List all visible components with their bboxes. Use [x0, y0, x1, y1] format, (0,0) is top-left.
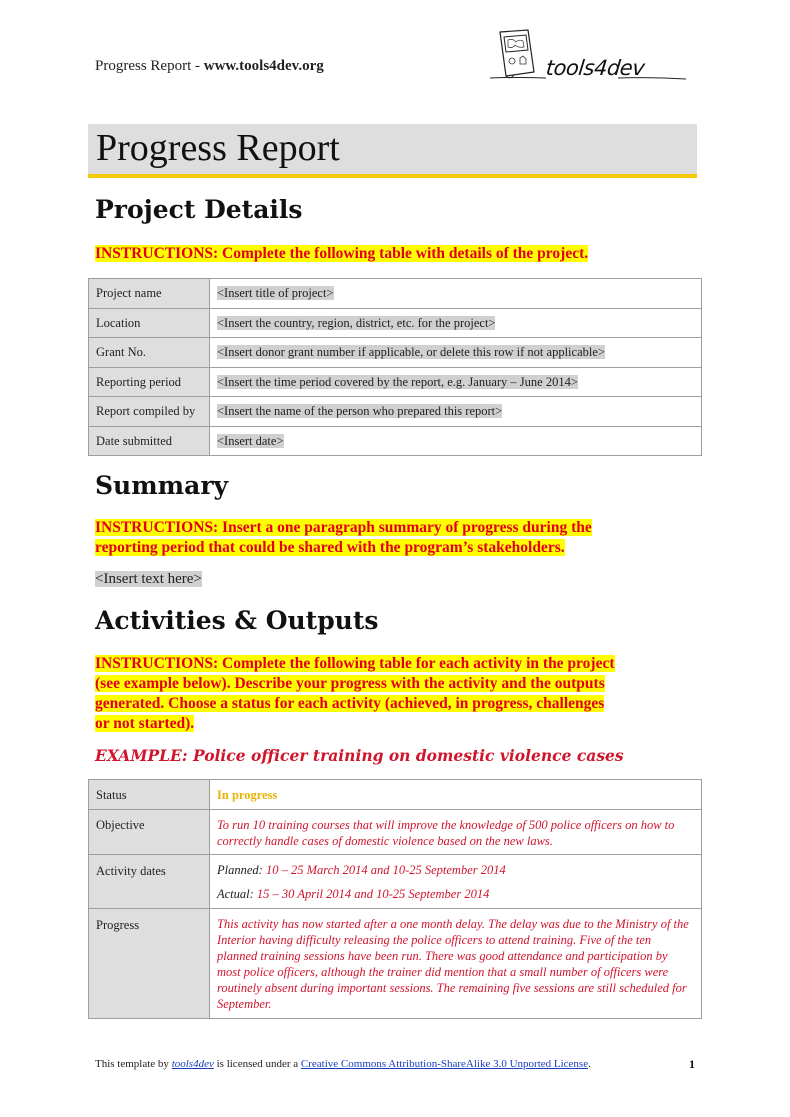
example-activity-title: EXAMPLE: Police officer training on dome…	[95, 746, 624, 765]
row-label: Activity dates	[88, 854, 210, 909]
compiled-by-field[interactable]: <Insert the name of the person who prepa…	[217, 404, 503, 418]
license-link[interactable]: Creative Commons Attribution-ShareAlike …	[301, 1058, 588, 1070]
summary-text-field[interactable]: <Insert text here>	[95, 571, 202, 587]
page-number: 1	[689, 1057, 695, 1071]
header-doc-label: Progress Report -	[95, 58, 204, 74]
row-label: Progress	[88, 908, 210, 1019]
project-name-field[interactable]: <Insert title of project>	[217, 286, 334, 300]
tools4dev-logo: tools4dev	[488, 28, 688, 90]
date-submitted-field[interactable]: <Insert date>	[217, 433, 284, 448]
row-label: Report compiled by	[88, 396, 210, 427]
table-row: Activity dates Planned: 10 – 25 March 20…	[88, 854, 702, 909]
page-header: Progress Report - www.tools4dev.org	[95, 58, 324, 75]
table-row: Project name <Insert title of project>	[88, 278, 702, 309]
grant-number-field[interactable]: <Insert donor grant number if applicable…	[217, 345, 605, 359]
summary-instructions: INSTRUCTIONS: Insert a one paragraph sum…	[95, 519, 592, 556]
logo-wordmark: tools4dev	[544, 56, 646, 80]
actual-label: Actual:	[217, 887, 254, 901]
planned-dates: 10 – 25 March 2014 and 10-25 September 2…	[265, 863, 506, 877]
license-footer: This template by tools4dev is licensed u…	[95, 1058, 591, 1070]
table-row: Objective To run 10 training courses tha…	[88, 809, 702, 855]
table-row: Location <Insert the country, region, di…	[88, 308, 702, 338]
objective-value[interactable]: To run 10 training courses that will imp…	[209, 809, 702, 855]
table-row: Reporting period <Insert the time period…	[88, 367, 702, 397]
planned-label: Planned:	[217, 863, 263, 877]
location-field[interactable]: <Insert the country, region, district, e…	[217, 315, 496, 330]
document-title: Progress Report	[96, 127, 340, 169]
row-label: Date submitted	[88, 426, 210, 456]
row-label: Project name	[88, 278, 210, 309]
activity-dates-value[interactable]: Planned: 10 – 25 March 2014 and 10-25 Se…	[209, 854, 702, 909]
section-heading-project-details: Project Details	[95, 195, 303, 224]
tools4dev-link[interactable]: tools4dev	[172, 1058, 214, 1070]
header-site-url: www.tools4dev.org	[203, 58, 324, 74]
section-heading-summary: Summary	[95, 471, 229, 500]
status-value[interactable]: In progress	[209, 779, 702, 810]
table-row: Report compiled by <Insert the name of t…	[88, 396, 702, 427]
row-label: Reporting period	[88, 367, 210, 397]
activity-table: Status In progress Objective To run 10 t…	[88, 779, 702, 1019]
project-details-table: Project name <Insert title of project> L…	[88, 278, 702, 456]
table-row: Status In progress	[88, 779, 702, 810]
table-row: Progress This activity has now started a…	[88, 908, 702, 1019]
activities-instructions: INSTRUCTIONS: Complete the following tab…	[95, 655, 615, 732]
row-label: Location	[88, 308, 210, 338]
actual-dates: 15 – 30 April 2014 and 10-25 September 2…	[256, 887, 490, 901]
row-label: Status	[88, 779, 210, 810]
table-row: Date submitted <Insert date>	[88, 426, 702, 456]
section-heading-activities-outputs: Activities & Outputs	[95, 606, 379, 635]
project-details-instructions: INSTRUCTIONS: Complete the following tab…	[95, 245, 589, 262]
row-label: Objective	[88, 809, 210, 855]
row-label: Grant No.	[88, 337, 210, 368]
document-title-bar: Progress Report	[88, 124, 697, 178]
reporting-period-field[interactable]: <Insert the time period covered by the r…	[217, 374, 578, 389]
progress-value[interactable]: This activity has now started after a on…	[209, 908, 702, 1019]
table-row: Grant No. <Insert donor grant number if …	[88, 337, 702, 368]
